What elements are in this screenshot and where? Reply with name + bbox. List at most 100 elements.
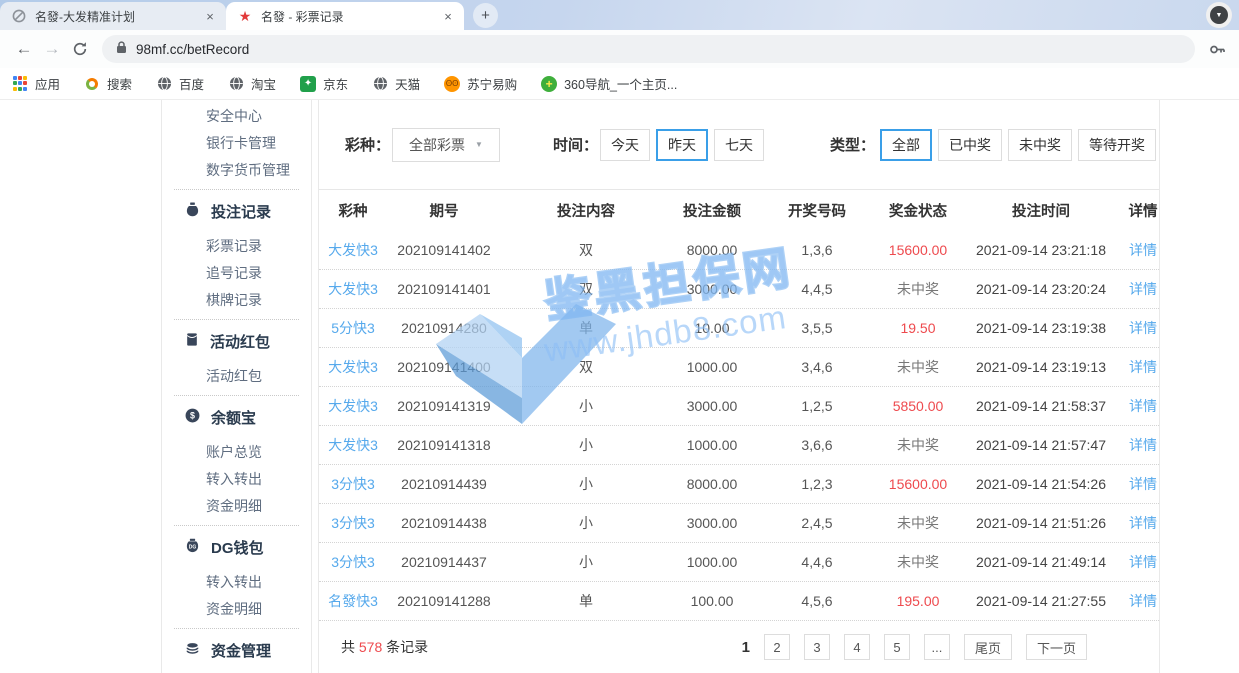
content-cell: 小 bbox=[501, 552, 671, 572]
page-button-5[interactable]: 5 bbox=[884, 634, 910, 660]
prize-cell: 15600.00 bbox=[881, 242, 955, 258]
dollar-circle-icon: $ bbox=[185, 408, 200, 427]
page-button-3[interactable]: 3 bbox=[804, 634, 830, 660]
time-filter-label: 时间： bbox=[553, 134, 598, 155]
time-filter-昨天[interactable]: 昨天 bbox=[656, 129, 708, 161]
table-row: 3分快320210914438小3000.002,4,5未中奖2021-09-1… bbox=[319, 503, 1159, 542]
globe-icon bbox=[228, 76, 244, 92]
lottery-link[interactable]: 3分快3 bbox=[319, 513, 387, 533]
time-filter-今天[interactable]: 今天 bbox=[600, 129, 650, 161]
table-body: 大发快3202109141402双8000.001,3,615600.00202… bbox=[319, 230, 1159, 620]
sidebar-section-DG钱包[interactable]: DGDG钱包 bbox=[162, 531, 311, 563]
column-header: 奖金状态 bbox=[881, 200, 955, 221]
bookmark-item[interactable]: +360导航_一个主页... bbox=[541, 74, 677, 93]
sidebar-item-活动红包[interactable]: 活动红包 bbox=[162, 363, 311, 390]
bookmark-item[interactable]: ✦京东 bbox=[300, 74, 348, 93]
lottery-select-value: 全部彩票 bbox=[409, 135, 465, 155]
sidebar-section-投注记录[interactable]: 投注记录 bbox=[162, 195, 311, 227]
key-icon[interactable] bbox=[1205, 41, 1229, 58]
browser-tab-active[interactable]: ★ 名發 - 彩票记录 × bbox=[226, 2, 464, 30]
time-filter-七天[interactable]: 七天 bbox=[714, 129, 764, 161]
content-cell: 双 bbox=[501, 279, 671, 299]
table-row: 大发快3202109141401双3000.004,4,5未中奖2021-09-… bbox=[319, 269, 1159, 308]
detail-link[interactable]: 详情 bbox=[1127, 318, 1159, 338]
lottery-select[interactable]: 全部彩票 ▼ bbox=[392, 128, 500, 162]
sidebar-item-银行卡管理[interactable]: 银行卡管理 bbox=[162, 130, 311, 157]
lottery-link[interactable]: 大发快3 bbox=[319, 240, 387, 260]
tab-close-icon[interactable]: × bbox=[440, 9, 456, 24]
time-cell: 2021-09-14 21:57:47 bbox=[955, 437, 1127, 453]
tray-widget[interactable]: ▼ bbox=[1206, 2, 1232, 28]
bookmark-item[interactable]: 淘宝 bbox=[228, 74, 276, 93]
type-filter-全部[interactable]: 全部 bbox=[880, 129, 932, 161]
lottery-link[interactable]: 大发快3 bbox=[319, 357, 387, 377]
lottery-link[interactable]: 大发快3 bbox=[319, 396, 387, 416]
column-header: 投注金额 bbox=[671, 200, 753, 221]
sidebar-item-棋牌记录[interactable]: 棋牌记录 bbox=[162, 287, 311, 314]
lottery-link[interactable]: 大发快3 bbox=[319, 435, 387, 455]
type-filter-等待开奖[interactable]: 等待开奖 bbox=[1078, 129, 1156, 161]
sidebar-item-账户总览[interactable]: 账户总览 bbox=[162, 439, 311, 466]
bookmark-item[interactable]: 搜索 bbox=[84, 74, 132, 93]
lottery-link[interactable]: 大发快3 bbox=[319, 279, 387, 299]
numbers-cell: 1,2,5 bbox=[753, 398, 881, 414]
time-cell: 2021-09-14 21:49:14 bbox=[955, 554, 1127, 570]
forward-icon[interactable]: → bbox=[38, 35, 66, 63]
sidebar-section-label: 余额宝 bbox=[211, 407, 256, 428]
sidebar-divider bbox=[174, 525, 299, 526]
type-filter-未中奖[interactable]: 未中奖 bbox=[1008, 129, 1072, 161]
detail-link[interactable]: 详情 bbox=[1127, 513, 1159, 533]
sidebar-section-资金管理[interactable]: 资金管理 bbox=[162, 634, 311, 666]
sidebar-item-安全中心[interactable]: 安全中心 bbox=[162, 103, 311, 130]
detail-link[interactable]: 详情 bbox=[1127, 240, 1159, 260]
table-row: 大发快3202109141400双1000.003,4,6未中奖2021-09-… bbox=[319, 347, 1159, 386]
content-cell: 单 bbox=[501, 591, 671, 611]
detail-link[interactable]: 详情 bbox=[1127, 357, 1159, 377]
new-tab-button[interactable]: + bbox=[473, 3, 498, 28]
detail-link[interactable]: 详情 bbox=[1127, 435, 1159, 455]
sidebar-section-余额宝[interactable]: $ 余额宝 bbox=[162, 401, 311, 433]
current-page: 1 bbox=[742, 639, 750, 656]
bookmark-label: 搜索 bbox=[107, 74, 132, 93]
back-icon[interactable]: ← bbox=[10, 35, 38, 63]
bookmark-item[interactable]: ʘʘ苏宁易购 bbox=[444, 74, 517, 93]
table-header: 彩种期号投注内容投注金额开奖号码奖金状态投注时间详情 bbox=[319, 190, 1159, 230]
address-bar[interactable]: 98mf.cc/betRecord bbox=[102, 35, 1195, 63]
sidebar-item-追号记录[interactable]: 追号记录 bbox=[162, 260, 311, 287]
sidebar-item-转入转出[interactable]: 转入转出 bbox=[162, 569, 311, 596]
type-filter-已中奖[interactable]: 已中奖 bbox=[938, 129, 1002, 161]
time-cell: 2021-09-14 21:27:55 bbox=[955, 593, 1127, 609]
tab-close-icon[interactable]: × bbox=[202, 9, 218, 24]
apps-shortcut[interactable]: 应用 bbox=[12, 74, 60, 93]
time-cell: 2021-09-14 21:51:26 bbox=[955, 515, 1127, 531]
lottery-link[interactable]: 3分快3 bbox=[319, 474, 387, 494]
sidebar-section-活动红包[interactable]: 活动红包 bbox=[162, 325, 311, 357]
sidebar-item-彩票记录[interactable]: 彩票记录 bbox=[162, 233, 311, 260]
page-button-4[interactable]: 4 bbox=[844, 634, 870, 660]
period-cell: 20210914437 bbox=[387, 554, 501, 570]
bookmark-item[interactable]: 天猫 bbox=[372, 74, 420, 93]
table-row: 大发快3202109141318小1000.003,6,6未中奖2021-09-… bbox=[319, 425, 1159, 464]
browser-tab[interactable]: 名發-大发精准计划 × bbox=[0, 2, 226, 30]
lottery-link[interactable]: 名發快3 bbox=[319, 591, 387, 611]
detail-link[interactable]: 详情 bbox=[1127, 279, 1159, 299]
reload-icon[interactable] bbox=[66, 35, 94, 63]
jd-icon: ✦ bbox=[300, 76, 316, 92]
page-button-...[interactable]: ... bbox=[924, 634, 950, 660]
sidebar-item-资金明细[interactable]: 资金明细 bbox=[162, 493, 311, 520]
last-page-button[interactable]: 尾页 bbox=[964, 634, 1012, 660]
lottery-link[interactable]: 5分快3 bbox=[319, 318, 387, 338]
bookmark-item[interactable]: 百度 bbox=[156, 74, 204, 93]
sidebar-item-数字货币管理[interactable]: 数字货币管理 bbox=[162, 157, 311, 184]
detail-link[interactable]: 详情 bbox=[1127, 591, 1159, 611]
sidebar-item-资金明细[interactable]: 资金明细 bbox=[162, 596, 311, 623]
detail-link[interactable]: 详情 bbox=[1127, 474, 1159, 494]
next-page-button[interactable]: 下一页 bbox=[1026, 634, 1087, 660]
page-button-2[interactable]: 2 bbox=[764, 634, 790, 660]
detail-link[interactable]: 详情 bbox=[1127, 552, 1159, 572]
period-cell: 202109141400 bbox=[387, 359, 501, 375]
sidebar-item-转入转出[interactable]: 转入转出 bbox=[162, 466, 311, 493]
detail-link[interactable]: 详情 bbox=[1127, 396, 1159, 416]
lottery-link[interactable]: 3分快3 bbox=[319, 552, 387, 572]
sidebar-section-label: 投注记录 bbox=[211, 201, 271, 222]
